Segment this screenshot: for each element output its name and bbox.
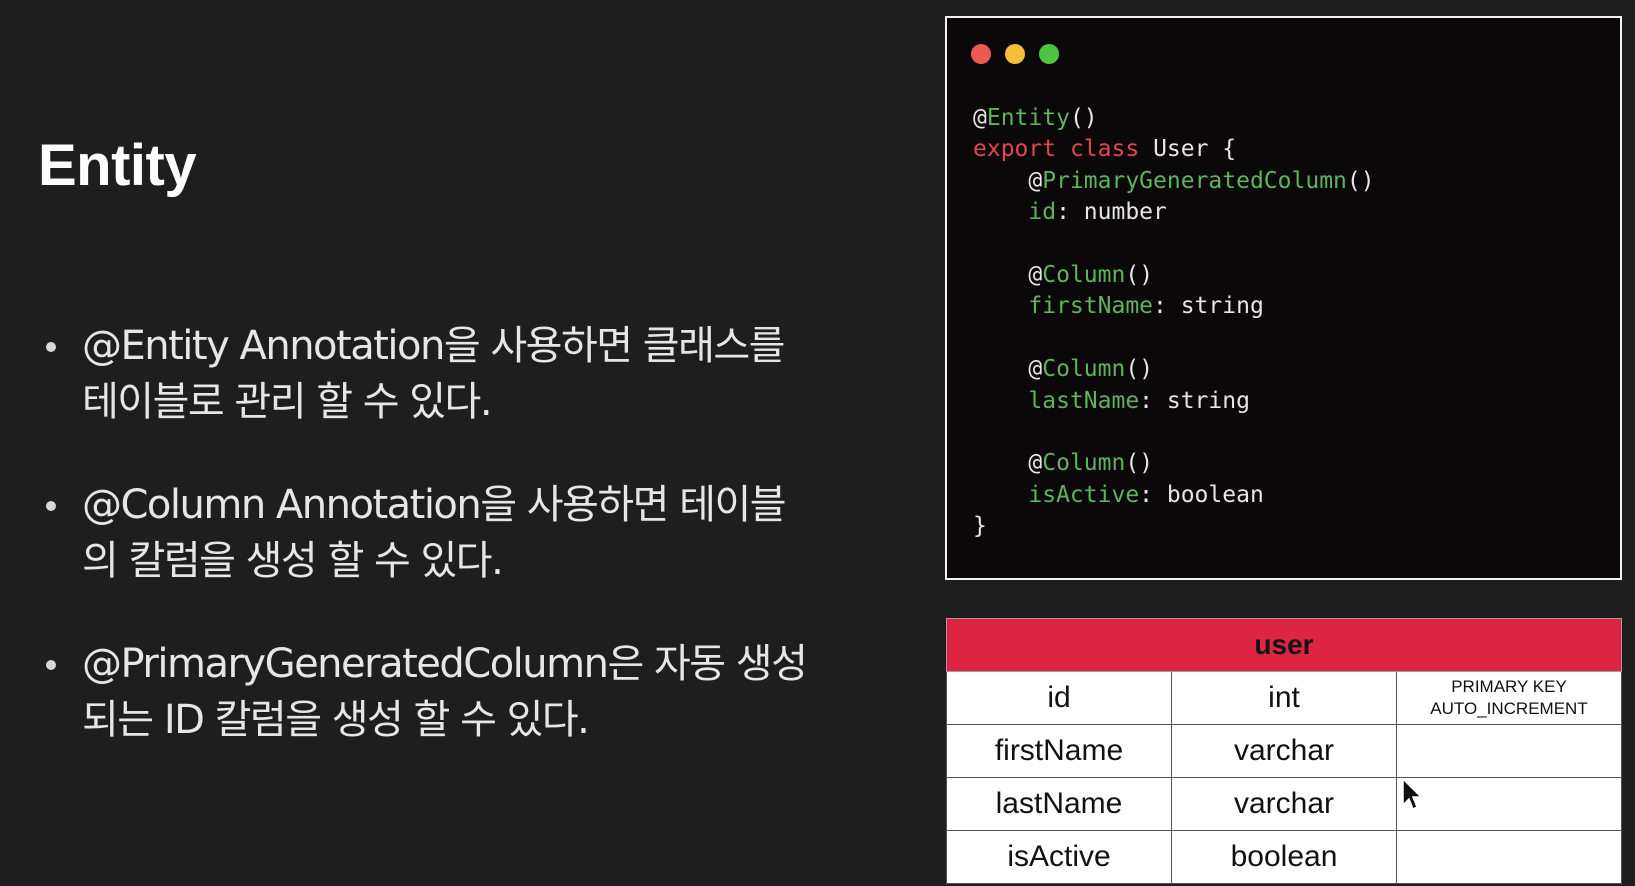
column-constraint-cell bbox=[1396, 830, 1622, 884]
bullet-column: @Column Annotation을 사용하면 테이블 의 칼럼을 생성 할 … bbox=[42, 477, 862, 589]
bullet-dot bbox=[46, 342, 56, 352]
minimize-dot-icon bbox=[1005, 44, 1025, 64]
bullet-text-line: 되는 ID 칼럼을 생성 할 수 있다. bbox=[82, 697, 590, 743]
column-constraint-cell: PRIMARY KEY AUTO_INCREMENT bbox=[1396, 671, 1622, 725]
code-decorator: Column bbox=[1042, 356, 1126, 383]
column-name-cell: lastName bbox=[946, 777, 1172, 831]
code-at: @ bbox=[973, 105, 987, 131]
slide-title: Entity bbox=[38, 133, 197, 198]
code-keyword: export bbox=[973, 136, 1057, 163]
maximize-dot-icon bbox=[1039, 44, 1059, 64]
code-field-type: : string bbox=[1153, 293, 1264, 320]
bullet-primary-generated: @PrimaryGeneratedColumn은 자동 생성 되는 ID 칼럼을… bbox=[42, 636, 862, 748]
constraint-line: PRIMARY KEY bbox=[1451, 677, 1567, 696]
code-at: @ bbox=[1028, 356, 1043, 383]
table-row: firstName varchar bbox=[946, 724, 1622, 778]
code-at: @ bbox=[1028, 262, 1043, 289]
code-field-name: firstName bbox=[1028, 293, 1154, 320]
code-decorator: Column bbox=[1042, 262, 1126, 289]
close-dot-icon bbox=[971, 44, 991, 64]
column-type-cell: boolean bbox=[1171, 830, 1397, 884]
bullet-dot bbox=[46, 501, 56, 511]
code-field-type: : string bbox=[1139, 387, 1250, 414]
code-decorator: Column bbox=[1042, 450, 1126, 477]
code-decorator: PrimaryGeneratedColumn bbox=[1042, 167, 1347, 194]
bullet-text-line: 테이블로 관리 할 수 있다. bbox=[82, 379, 493, 425]
column-type-cell: int bbox=[1171, 671, 1397, 725]
table-header-row: user bbox=[946, 618, 1622, 672]
bullet-dot bbox=[46, 660, 56, 670]
code-at: @ bbox=[1028, 450, 1043, 477]
bullet-entity: @Entity Annotation을 사용하면 클래스를 테이블로 관리 할 … bbox=[42, 318, 862, 430]
column-type-cell: varchar bbox=[1171, 724, 1397, 778]
code-decorator: Entity bbox=[986, 105, 1070, 131]
bullet-text-line: @Column Annotation을 사용하면 테이블 bbox=[82, 482, 787, 528]
column-name-cell: firstName bbox=[946, 724, 1172, 778]
column-type-cell: varchar bbox=[1171, 777, 1397, 831]
code-keyword: class bbox=[1069, 136, 1140, 163]
bullet-text-line: 의 칼럼을 생성 할 수 있다. bbox=[82, 538, 504, 584]
code-block: @Entity() export class User { @PrimaryGe… bbox=[973, 103, 1375, 543]
user-table: user id int PRIMARY KEY AUTO_INCREMENT f… bbox=[946, 618, 1622, 884]
code-parens: () bbox=[1125, 450, 1154, 477]
code-class-name: User { bbox=[1153, 136, 1237, 163]
column-name-cell: isActive bbox=[946, 830, 1172, 884]
code-field-name: isActive bbox=[1028, 481, 1140, 508]
bullet-text-line: @Entity Annotation을 사용하면 클래스를 bbox=[82, 323, 785, 369]
bullet-list: @Entity Annotation을 사용하면 클래스를 테이블로 관리 할 … bbox=[42, 318, 862, 795]
code-close-brace: } bbox=[973, 513, 987, 540]
code-field-type: : number bbox=[1056, 199, 1167, 226]
table-name: user bbox=[946, 618, 1622, 672]
code-window: @Entity() export class User { @PrimaryGe… bbox=[945, 16, 1622, 580]
user-table-wrap: user id int PRIMARY KEY AUTO_INCREMENT f… bbox=[946, 618, 1622, 884]
column-name-cell: id bbox=[946, 671, 1172, 725]
table-row: lastName varchar bbox=[946, 777, 1622, 831]
table-row: isActive boolean bbox=[946, 830, 1622, 884]
code-field-type: : boolean bbox=[1139, 481, 1264, 508]
code-parens: () bbox=[1125, 262, 1154, 289]
table-row: id int PRIMARY KEY AUTO_INCREMENT bbox=[946, 671, 1622, 725]
column-constraint-cell bbox=[1396, 724, 1622, 778]
code-at: @ bbox=[1028, 167, 1043, 194]
code-parens: () bbox=[1069, 105, 1098, 131]
code-parens: () bbox=[1346, 167, 1375, 194]
column-constraint-cell bbox=[1396, 777, 1622, 831]
mouse-pointer-icon bbox=[1402, 778, 1422, 811]
bullet-text-line: @PrimaryGeneratedColumn은 자동 생성 bbox=[82, 641, 808, 687]
code-parens: () bbox=[1125, 356, 1154, 383]
constraint-line: AUTO_INCREMENT bbox=[1430, 699, 1588, 718]
code-field-name: id bbox=[1028, 199, 1057, 226]
code-field-name: lastName bbox=[1028, 387, 1140, 414]
